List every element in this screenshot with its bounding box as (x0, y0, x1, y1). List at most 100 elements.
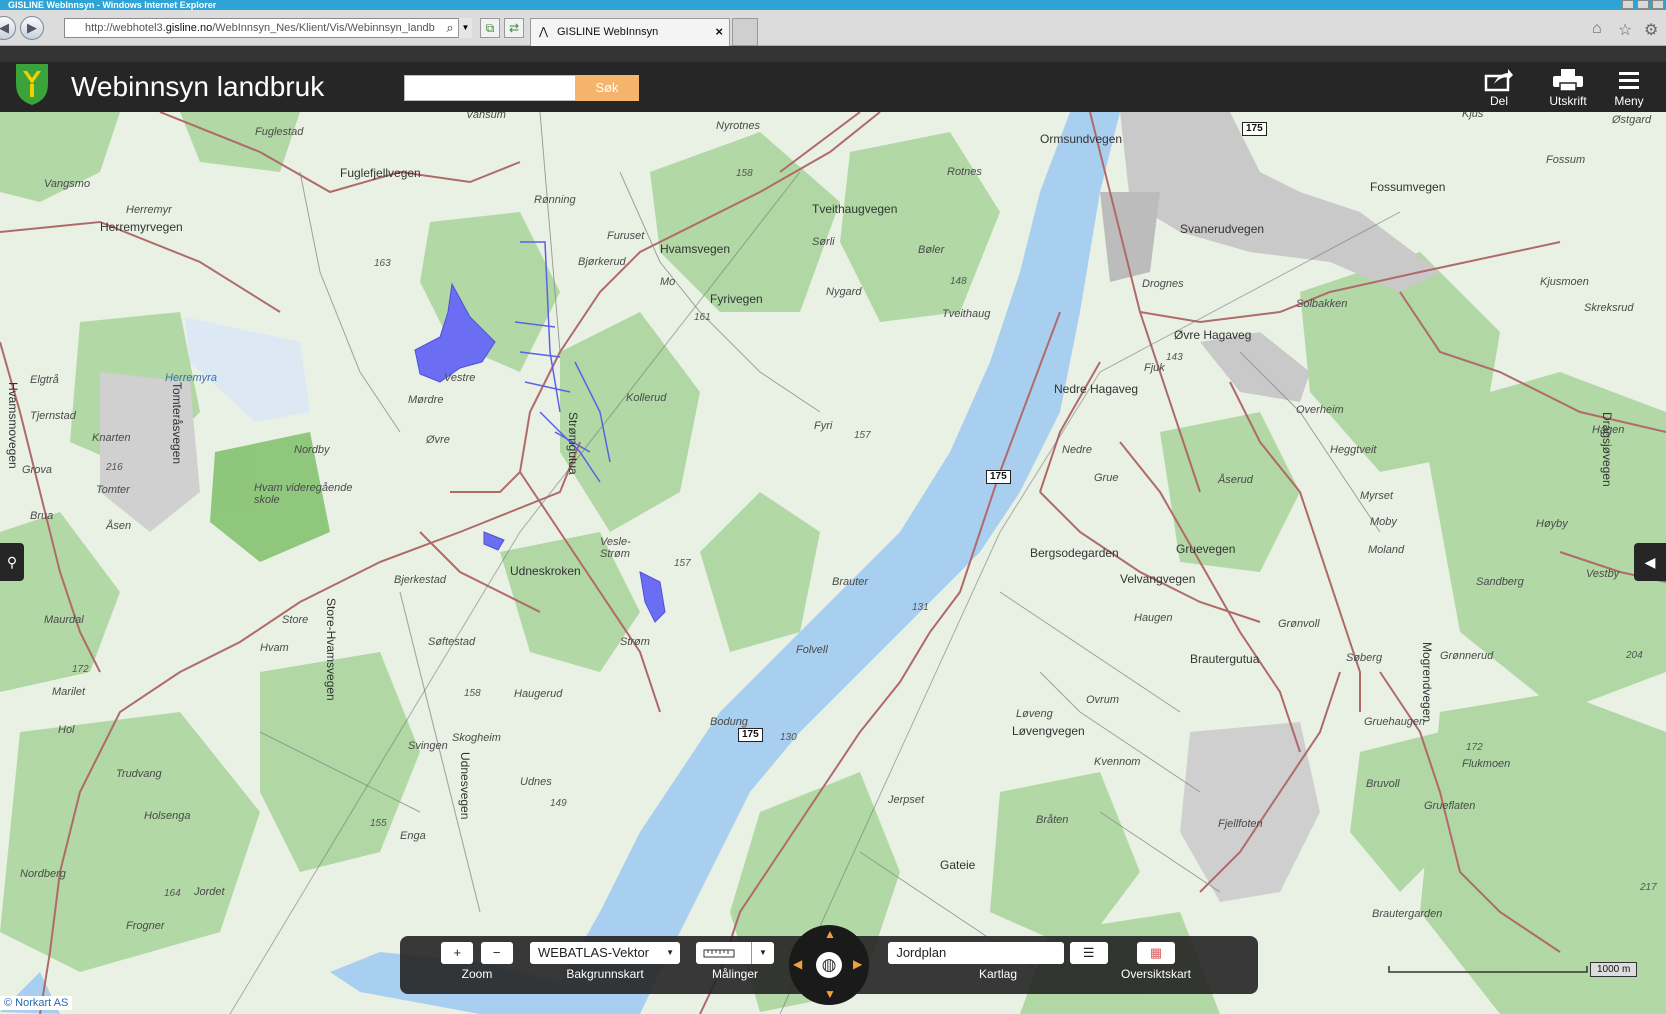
map-place-label: Vansum (466, 112, 506, 121)
magnifier-icon: ⚲ (6, 554, 18, 570)
map-road-label: Dragsjøvegen (1600, 412, 1614, 487)
overview-map-button[interactable]: ▦ (1137, 942, 1175, 964)
map-place-label: Bruvoll (1366, 778, 1400, 790)
map-place-label: Grønvoll (1278, 618, 1320, 630)
overview-label: Oversiktskart (1120, 967, 1191, 981)
layer-select[interactable]: Jordplan (888, 942, 1065, 964)
map-road-label: Strømgutua (566, 412, 580, 475)
app-title: Webinnsyn landbruk (71, 71, 325, 102)
map-road-label: Bergsodegarden (1030, 546, 1119, 560)
map-road-label: Nedre Hagaveg (1054, 382, 1139, 396)
map-road-label: Gateie (940, 858, 976, 872)
refresh-icon[interactable]: ⇄ (504, 18, 524, 38)
search-button[interactable]: Søk (575, 75, 639, 101)
zoom-in-button[interactable]: + (441, 942, 474, 964)
basemap-select[interactable]: WEBATLAS-Vektor ▼ (530, 942, 680, 964)
map-elevation: 157 (674, 558, 691, 569)
map-place-label: Nordberg (20, 868, 66, 880)
map-elevation: 161 (694, 312, 711, 323)
map-place-label: Trudvang (116, 768, 162, 780)
map-place-label: Høyby (1536, 518, 1568, 530)
map-place-label: Rotnes (947, 166, 982, 178)
map-place-label: Nedre (1062, 444, 1092, 456)
pan-right-icon[interactable]: ▶ (853, 957, 862, 971)
map-place-label: Sørli (812, 236, 835, 248)
measure-group: ▼ Målinger (696, 942, 774, 981)
map-elevation: 131 (912, 602, 929, 613)
map-place-label: Kvennom (1094, 756, 1141, 768)
forward-arrow-icon: ▶ (27, 20, 37, 35)
map-place-label: Brua (30, 510, 54, 522)
tools-gear-icon[interactable]: ⚙ (1644, 20, 1658, 40)
map-place-label: Skogheim (452, 732, 501, 744)
search-panel-toggle[interactable]: ⚲ (0, 543, 24, 581)
municipality-logo-icon (16, 64, 48, 105)
pan-control[interactable]: ▲ ▼ ◀ ▶ ◍ (789, 925, 869, 1005)
tab-close-button[interactable]: × (715, 19, 723, 45)
basemap-label: Bakgrunnskart (566, 967, 644, 981)
map-place-label: Bøler (918, 244, 945, 256)
address-bar[interactable]: http://webhotel3.gisline.no/WebInnsyn_Ne… (64, 18, 472, 38)
address-host: gisline.no (165, 22, 213, 34)
print-button[interactable]: Utskrift (1538, 68, 1598, 110)
map-place-label: Furuset (607, 230, 645, 242)
map-place-label: Myrset (1360, 490, 1393, 502)
address-search-icon[interactable]: ⌕ (440, 18, 460, 38)
map-place-label: Brauter (832, 576, 869, 588)
map-place-label: Øvre (426, 434, 450, 446)
map-place-label: Nygard (826, 286, 862, 298)
map-place-label: Hol (58, 724, 75, 736)
layers-button[interactable]: ☰ (1069, 942, 1108, 964)
map-road-label: Brautergutua (1190, 652, 1260, 666)
right-panel-toggle[interactable]: ◀ (1634, 543, 1666, 581)
map-place-label: Tjernstad (30, 410, 76, 422)
close-window-button[interactable] (1652, 0, 1664, 9)
scale-label: 1000 m (1590, 962, 1638, 977)
share-button[interactable]: Del (1469, 68, 1529, 110)
address-dropdown-button[interactable]: ▼ (458, 18, 472, 38)
map-place-label: Enga (400, 830, 426, 842)
forward-button[interactable]: ▶ (20, 16, 44, 40)
map-place-label: Moland (1368, 544, 1405, 556)
map-elevation: 157 (854, 430, 871, 441)
home-icon[interactable]: ⌂ (1592, 20, 1602, 38)
measure-dropdown-icon[interactable]: ▼ (751, 942, 774, 964)
map-road-label: Tomteråsvegen (170, 382, 184, 465)
map-elevation: 155 (370, 818, 387, 829)
map-place-label: Fjuk (1144, 362, 1165, 374)
globe-icon[interactable]: ◍ (816, 952, 842, 978)
browser-tab[interactable]: ⋀ GISLINE WebInnsyn × (530, 18, 730, 46)
minimize-button[interactable] (1622, 0, 1634, 9)
compatibility-view-icon[interactable]: ⧉ (480, 18, 500, 38)
back-button[interactable]: ◀ (0, 16, 16, 40)
window-title: GISLINE WebInnsyn - Windows Internet Exp… (8, 0, 217, 10)
map-place-label: Grønnerud (1440, 650, 1494, 662)
map-elevation: 158 (736, 168, 753, 179)
map-place-label: Vesle-Strøm (600, 536, 631, 560)
pan-up-icon[interactable]: ▲ (824, 927, 836, 941)
map-place-label: Sandberg (1476, 576, 1524, 588)
map-place-label: Herremyr (126, 204, 172, 216)
print-label: Utskrift (1549, 94, 1587, 108)
maximize-button[interactable] (1637, 0, 1649, 9)
hamburger-menu-icon (1619, 72, 1639, 89)
new-tab-button[interactable] (732, 18, 758, 46)
map-elevation: 149 (550, 798, 567, 809)
map-road-label: Svanerudvegen (1180, 222, 1265, 236)
pan-down-icon[interactable]: ▼ (824, 987, 836, 1001)
map-place-label: Heggtveit (1330, 444, 1377, 456)
zoom-out-button[interactable]: − (480, 942, 513, 964)
map-road-label: Udneskroken (510, 564, 581, 578)
map-place-label: Ovrum (1086, 694, 1119, 706)
map-place-label: Overheim (1296, 404, 1344, 416)
measure-tool-button[interactable]: ▼ (696, 942, 774, 964)
menu-button[interactable]: Meny (1599, 68, 1659, 110)
pan-left-icon[interactable]: ◀ (793, 957, 802, 971)
route-shield: 175 (986, 470, 1011, 484)
map-place-label: Udnes (520, 776, 552, 788)
favorites-star-icon[interactable]: ☆ (1618, 20, 1632, 40)
printer-icon (1553, 69, 1583, 92)
map-place-label: Solbakken (1296, 298, 1348, 310)
copyright-notice[interactable]: © Norkart AS (0, 996, 73, 1010)
map-canvas[interactable]: Fuglestad Vansum Nyrotnes Vangsmo Herrem… (0, 112, 1666, 1014)
